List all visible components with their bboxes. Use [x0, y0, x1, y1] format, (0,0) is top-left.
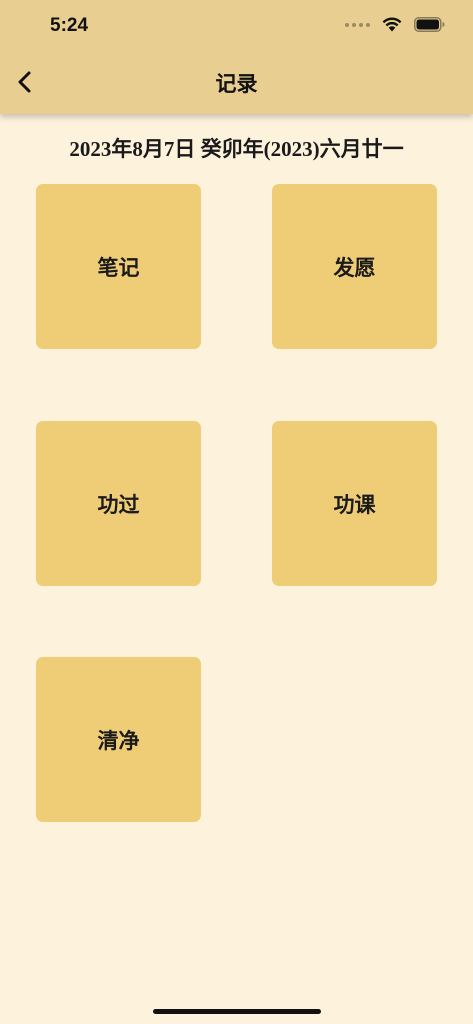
wifi-icon — [382, 17, 402, 32]
tile-label: 功过 — [97, 491, 140, 517]
tile-label: 笔记 — [97, 254, 140, 280]
home-indicator[interactable] — [153, 1009, 321, 1014]
tile-label: 发愿 — [333, 254, 376, 280]
tile-practice-button[interactable]: 功课 — [272, 421, 437, 586]
tile-label: 清净 — [97, 727, 140, 753]
status-time: 5:24 — [50, 15, 89, 36]
tile-merit-button[interactable]: 功过 — [36, 421, 201, 586]
tile-notes-button[interactable]: 笔记 — [36, 184, 201, 349]
tile-purity-button[interactable]: 清净 — [36, 657, 201, 822]
page-title: 记录 — [215, 71, 258, 96]
tile-label: 功课 — [333, 491, 376, 517]
date-line: 2023年8月7日 癸卯年(2023)六月廿一 — [69, 137, 404, 161]
status-icons — [345, 17, 445, 32]
signal-dots-icon — [345, 22, 370, 27]
tile-vow-button[interactable]: 发愿 — [272, 184, 437, 349]
battery-icon — [414, 17, 445, 32]
nav-header: 5:24 记录 — [0, 0, 473, 114]
